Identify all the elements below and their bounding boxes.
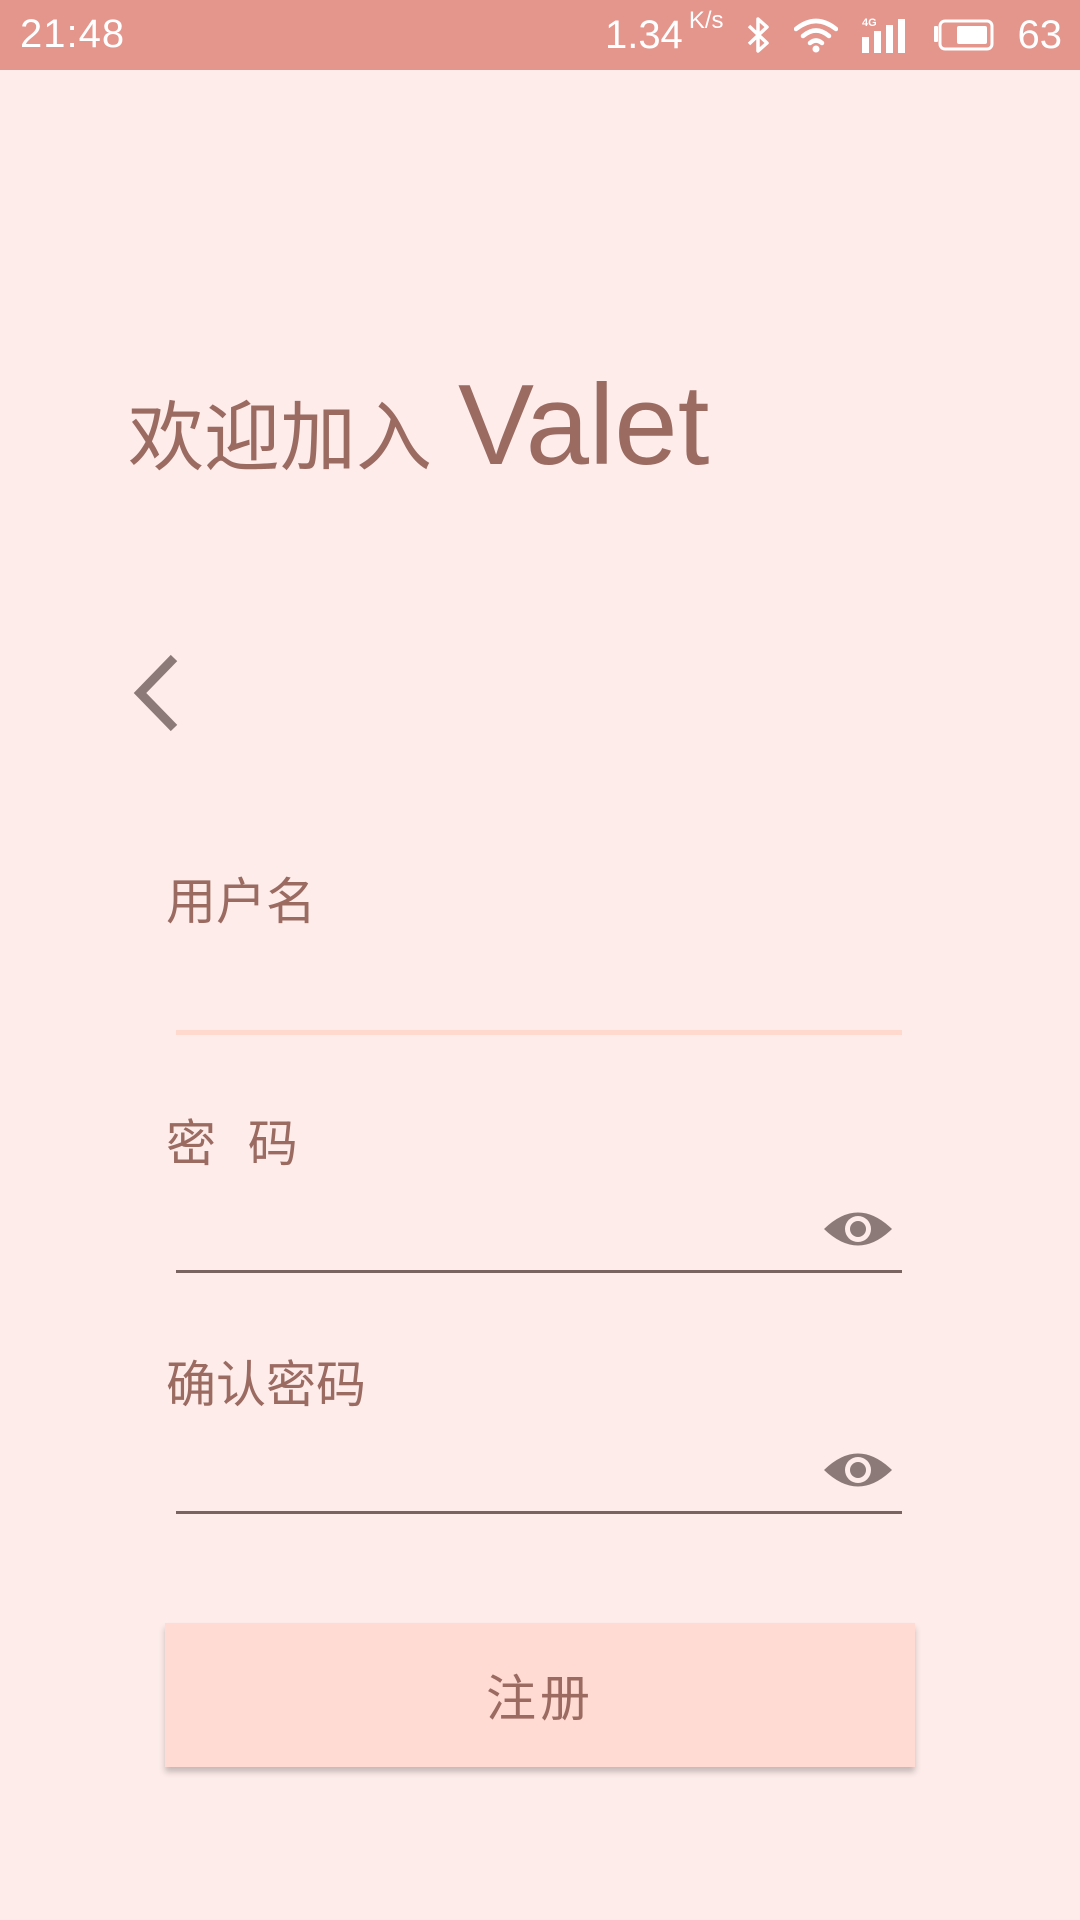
status-bar: 21:48 1.34 K/s 4G 63 (0, 0, 1080, 70)
password-underline (176, 1270, 902, 1273)
username-underline (176, 1030, 902, 1035)
battery-level: 63 (1017, 12, 1063, 57)
register-button[interactable]: 注册 (165, 1623, 915, 1767)
network-speed: 1.34 K/s (604, 7, 724, 58)
confirm-password-underline (176, 1511, 902, 1514)
confirm-password-visibility-toggle[interactable] (822, 1445, 894, 1495)
username-input[interactable] (176, 962, 902, 1034)
confirm-password-input[interactable] (176, 1445, 800, 1517)
battery-icon (932, 18, 996, 52)
welcome-text: 欢迎加入 (128, 393, 432, 482)
status-time: 21:48 (20, 12, 126, 56)
password-field: 密 码 (166, 1104, 906, 1284)
4g-signal-icon: 4G (860, 15, 910, 55)
password-visibility-toggle[interactable] (822, 1204, 894, 1254)
wifi-icon (793, 17, 838, 53)
username-label: 用户名 (166, 873, 316, 931)
bluetooth-icon (746, 15, 772, 55)
password-label: 密 码 (166, 1115, 298, 1173)
network-type-label: 4G (862, 17, 877, 29)
confirm-password-label: 确认密码 (166, 1356, 366, 1414)
username-field: 用户名 (166, 862, 906, 1042)
brand-name: Valet (458, 362, 710, 489)
chevron-left-icon (133, 654, 178, 732)
network-speed-unit: K/s (688, 6, 724, 34)
confirm-password-field: 确认密码 (166, 1345, 906, 1525)
eye-icon (824, 1453, 892, 1487)
password-input[interactable] (176, 1204, 800, 1276)
welcome-heading: 欢迎加入 Valet (128, 360, 709, 491)
eye-icon (824, 1212, 892, 1246)
back-button[interactable] (128, 648, 192, 738)
status-icons: 1.34 K/s 4G 63 (604, 7, 1063, 62)
network-speed-value: 1.34 (604, 12, 683, 57)
